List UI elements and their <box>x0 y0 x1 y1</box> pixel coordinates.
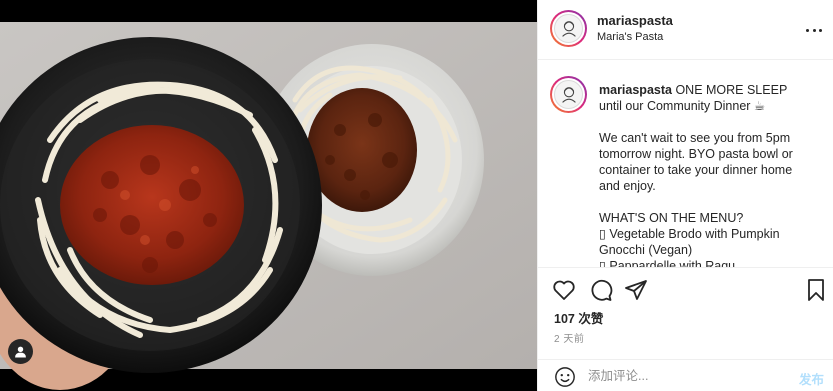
header-username[interactable]: mariaspasta <box>597 13 673 28</box>
avatar[interactable] <box>550 10 587 47</box>
share-icon[interactable] <box>624 278 648 302</box>
avatar-logo-icon <box>554 80 583 109</box>
avatar-logo-icon <box>554 14 583 43</box>
menu-item: ▯ Pappardelle with Ragu <box>599 259 736 267</box>
caption-area: mariaspasta ONE MORE SLEEP until our Com… <box>538 60 833 267</box>
caption-paragraph: We can't wait to see you from 5pm tomorr… <box>599 131 793 193</box>
likes-count[interactable]: 107 次赞 <box>554 308 603 327</box>
comment-icon[interactable] <box>589 278 613 302</box>
more-options-icon[interactable] <box>806 22 822 38</box>
comment-input[interactable] <box>588 365 778 387</box>
post-side-panel: mariaspasta Maria's Pasta mariaspasta ON… <box>537 0 833 391</box>
tag-user-icon[interactable] <box>8 339 33 364</box>
post-comment-button[interactable]: 发布 <box>799 369 824 388</box>
emoji-icon[interactable] <box>554 366 576 388</box>
pasta-photo <box>0 0 537 391</box>
header-location[interactable]: Maria's Pasta <box>597 31 663 43</box>
caption-text: mariaspasta ONE MORE SLEEP until our Com… <box>599 82 811 267</box>
post-actions: 107 次赞 2 天前 <box>538 267 833 367</box>
post-header: mariaspasta Maria's Pasta <box>538 0 833 60</box>
caption-username[interactable]: mariaspasta <box>599 83 672 97</box>
menu-heading: WHAT'S ON THE MENU? <box>599 211 744 225</box>
post-timestamp[interactable]: 2 天前 <box>554 330 584 345</box>
caption-avatar[interactable] <box>550 76 587 113</box>
menu-item: ▯ Vegetable Brodo with Pumpkin Gnocchi (… <box>599 227 780 257</box>
comment-bar: 发布 <box>538 359 833 391</box>
heart-icon[interactable] <box>552 278 576 302</box>
person-icon <box>15 346 26 358</box>
bookmark-icon[interactable] <box>804 278 828 302</box>
post-image[interactable] <box>0 0 537 391</box>
